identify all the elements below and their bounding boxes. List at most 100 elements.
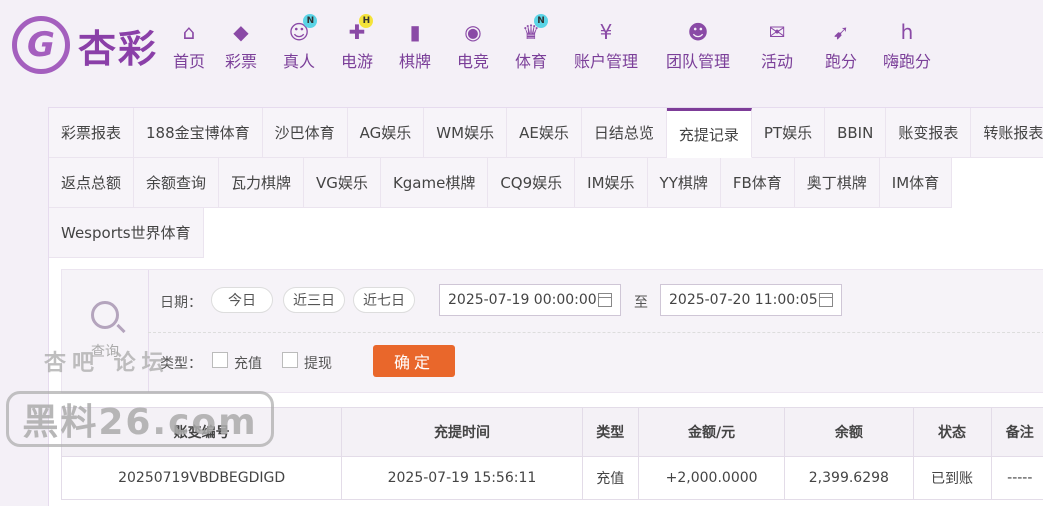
cell-note: ----- — [991, 457, 1043, 500]
col-time: 充提时间 — [342, 408, 582, 457]
logo-emblem: G — [12, 16, 70, 74]
cell-type: 充值 — [582, 457, 638, 500]
filter-divider — [148, 332, 1043, 333]
nav-label: 棋牌 — [399, 48, 431, 72]
nav-label: 账户管理 — [574, 48, 638, 72]
tab[interactable]: 余额查询 — [134, 158, 219, 208]
tab[interactable]: 188金宝博体育 — [134, 108, 263, 158]
nav-badge: N — [303, 14, 317, 28]
col-id: 账变编号 — [62, 408, 342, 457]
nav-badge: H — [359, 14, 373, 28]
nav-label: 团队管理 — [666, 48, 730, 72]
col-amount: 金额/元 — [639, 408, 785, 457]
col-note: 备注 — [991, 408, 1043, 457]
filter-panel: 查询 日期： 今日 近三日 近七日 2025-07-19 00:00:00 至 … — [61, 269, 1043, 393]
logo-name: 杏彩 — [78, 18, 158, 73]
dealer-icon: ☺N — [289, 20, 310, 44]
cards-icon: ▮ — [409, 20, 420, 44]
nav-label: 电竞 — [457, 48, 489, 72]
nav-item[interactable]: ⌂ 首页 — [166, 20, 212, 76]
nav-label: 嗨跑分 — [883, 48, 931, 72]
main-nav: ⌂ 首页 ◆ 彩票 ☺N 真人 ✚H电游 ▮ 棋牌 ◉ 电竞 ♛N体育¥账户管理 ☻ 团队管理 ✉活动➹跑分… — [166, 20, 942, 76]
nav-item[interactable]: ◆ 彩票 — [212, 20, 270, 76]
tab[interactable]: 沙巴体育 — [263, 108, 348, 158]
col-balance: 余额 — [785, 408, 913, 457]
nav-label: 真人 — [283, 48, 315, 72]
cell-time: 2025-07-19 15:56:11 — [342, 457, 582, 500]
table-row: 20250719VBDBEGDIGD 2025-07-19 15:56:11 充… — [62, 457, 1043, 500]
start-date-value: 2025-07-19 00:00:00 — [448, 292, 597, 308]
tab[interactable]: AE娱乐 — [507, 108, 582, 158]
nav-label: 彩票 — [225, 48, 257, 72]
tab[interactable]: Kgame棋牌 — [381, 158, 488, 208]
nav-item[interactable]: ✉活动 — [744, 20, 810, 76]
tab[interactable]: FB体育 — [721, 158, 795, 208]
table-header-row: 账变编号 充提时间 类型 金额/元 余额 状态 备注 — [62, 408, 1043, 457]
type-label: 类型： — [160, 353, 202, 373]
hi-icon: h — [901, 20, 914, 44]
ticket-icon: ◆ — [233, 20, 248, 44]
running-icon: ➹ — [833, 20, 850, 44]
tab[interactable]: YY棋牌 — [648, 158, 721, 208]
nav-label: 首页 — [173, 48, 205, 72]
tab[interactable]: 日结总览 — [582, 108, 667, 158]
nav-item[interactable]: ◉ 电竞 — [444, 20, 502, 76]
nav-item[interactable]: ☺N 真人 — [270, 20, 328, 76]
tab[interactable]: PT娱乐 — [752, 108, 825, 158]
team-icon: ☻ — [688, 20, 709, 44]
nav-item[interactable]: ¥账户管理 — [560, 20, 652, 76]
nav-item[interactable]: ♛N体育 — [502, 20, 560, 76]
tab[interactable]: 返点总额 — [49, 158, 134, 208]
home-icon: ⌂ — [183, 20, 196, 44]
cell-status: 已到账 — [913, 457, 991, 500]
query-side: 查询 — [62, 270, 149, 392]
trophy-icon: ♛N — [522, 20, 540, 44]
tab[interactable]: BBIN — [825, 108, 886, 158]
site-logo[interactable]: G 杏彩 — [12, 14, 158, 76]
tab[interactable]: 瓦力棋牌 — [219, 158, 304, 208]
recharge-checkbox[interactable] — [212, 352, 228, 368]
tab[interactable]: WM娱乐 — [424, 108, 507, 158]
site-header: G 杏彩 ⌂ 首页 ◆ 彩票 ☺N 真人 ✚H电游 ▮ 棋牌 ◉ 电竞 ♛N体育¥账户管理 ☻ 团队管理 ✉… — [0, 0, 1043, 88]
nav-item[interactable]: ➹跑分 — [810, 20, 872, 76]
tab[interactable]: CQ9娱乐 — [488, 158, 575, 208]
search-icon — [91, 301, 119, 329]
tab[interactable]: IM体育 — [880, 158, 952, 208]
gift-icon: ✉ — [769, 20, 786, 44]
date-label: 日期： — [160, 292, 202, 312]
tab[interactable]: IM娱乐 — [575, 158, 647, 208]
tab[interactable]: 奥丁棋牌 — [795, 158, 880, 208]
controller-icon: ◉ — [464, 20, 481, 44]
last-3-days-button[interactable]: 近三日 — [283, 287, 345, 313]
calendar-icon[interactable] — [819, 293, 833, 307]
nav-item[interactable]: h 嗨跑分 — [872, 20, 942, 76]
tab[interactable]: 彩票报表 — [49, 108, 134, 158]
end-date-input[interactable]: 2025-07-20 11:00:05 — [660, 284, 842, 316]
end-date-value: 2025-07-20 11:00:05 — [669, 292, 818, 308]
tab[interactable]: 账变报表 — [886, 108, 971, 158]
report-tabs: 彩票报表188金宝博体育沙巴体育AG娱乐WM娱乐AE娱乐日结总览充提记录PT娱乐… — [49, 108, 1043, 258]
col-type: 类型 — [582, 408, 638, 457]
tab[interactable]: VG娱乐 — [304, 158, 381, 208]
gamepad-icon: ✚H — [349, 20, 366, 44]
report-panel: 彩票报表188金宝博体育沙巴体育AG娱乐WM娱乐AE娱乐日结总览充提记录PT娱乐… — [48, 107, 1043, 506]
nav-badge: N — [534, 14, 548, 28]
start-date-input[interactable]: 2025-07-19 00:00:00 — [439, 284, 621, 316]
last-7-days-button[interactable]: 近七日 — [353, 287, 415, 313]
nav-item[interactable]: ▮ 棋牌 — [386, 20, 444, 76]
withdraw-label: 提现 — [304, 353, 332, 373]
cell-amount: +2,000.0000 — [639, 457, 785, 500]
nav-item[interactable]: ✚H电游 — [328, 20, 386, 76]
tab-row-1: 彩票报表188金宝博体育沙巴体育AG娱乐WM娱乐AE娱乐日结总览充提记录PT娱乐… — [49, 108, 1043, 158]
nav-item[interactable]: ☻ 团队管理 — [652, 20, 744, 76]
tab[interactable]: AG娱乐 — [348, 108, 425, 158]
calendar-icon[interactable] — [598, 293, 612, 307]
confirm-button[interactable]: 确定 — [373, 345, 455, 377]
today-button[interactable]: 今日 — [211, 287, 273, 313]
withdraw-checkbox[interactable] — [282, 352, 298, 368]
tab[interactable]: Wesports世界体育 — [49, 208, 204, 258]
recharge-label: 充值 — [234, 353, 262, 373]
tab[interactable]: 充提记录 — [667, 108, 752, 158]
tab[interactable]: 转账报表 — [971, 108, 1043, 158]
query-label: 查询 — [91, 341, 119, 361]
